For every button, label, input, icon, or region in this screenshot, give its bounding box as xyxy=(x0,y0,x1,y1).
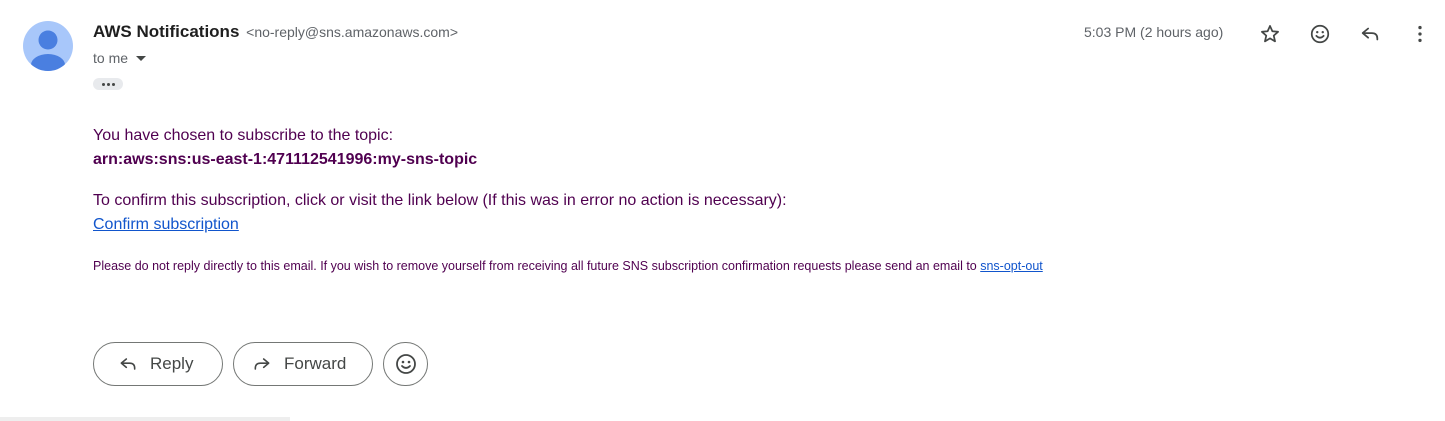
person-avatar-icon xyxy=(31,30,65,71)
forward-button-label: Forward xyxy=(284,354,347,373)
recipient-details-toggle[interactable]: to me xyxy=(93,50,147,66)
emoji-reaction-button[interactable] xyxy=(383,342,428,386)
sender-line: AWS Notifications <no-reply@sns.amazonaw… xyxy=(93,22,458,42)
dot-icon xyxy=(101,82,105,86)
reply-button[interactable]: Reply xyxy=(93,342,223,386)
more-vert-icon xyxy=(1418,25,1422,43)
message-timestamp: 5:03 PM (2 hours ago) xyxy=(1084,24,1224,40)
reply-icon-button[interactable] xyxy=(1357,21,1383,47)
forward-button[interactable]: Forward xyxy=(233,342,373,386)
emoji-react-icon xyxy=(1310,24,1330,44)
star-icon xyxy=(1261,25,1279,43)
chevron-down-icon xyxy=(136,56,147,61)
reply-icon xyxy=(1361,27,1379,41)
confirm-instructions-text: To confirm this subscription, click or v… xyxy=(93,192,787,209)
dot-icon xyxy=(106,82,110,86)
footer-note-text: Please do not reply directly to this ema… xyxy=(93,259,981,273)
forward-icon xyxy=(254,358,270,370)
topic-arn: arn:aws:sns:us-east-1:471112541996:my-sn… xyxy=(93,151,478,168)
star-button[interactable] xyxy=(1257,21,1283,47)
subscribe-intro-text: You have chosen to subscribe to the topi… xyxy=(93,127,394,144)
bottom-divider xyxy=(0,417,290,421)
more-options-button[interactable] xyxy=(1407,21,1433,47)
recipient-label: to me xyxy=(93,50,129,66)
dot-icon xyxy=(111,82,115,86)
reply-icon xyxy=(120,358,136,370)
footer-note: Please do not reply directly to this ema… xyxy=(93,259,1043,273)
add-reaction-button[interactable] xyxy=(1307,21,1333,47)
sender-name: AWS Notifications xyxy=(93,22,240,41)
show-trimmed-content-button[interactable] xyxy=(93,78,123,90)
sender-email: <no-reply@sns.amazonaws.com> xyxy=(246,24,458,40)
sender-avatar xyxy=(23,21,73,71)
opt-out-link[interactable]: sns-opt-out xyxy=(980,259,1043,273)
confirm-subscription-link[interactable]: Confirm subscription xyxy=(93,216,239,234)
emoji-react-icon xyxy=(395,354,416,374)
reply-button-label: Reply xyxy=(150,354,194,373)
